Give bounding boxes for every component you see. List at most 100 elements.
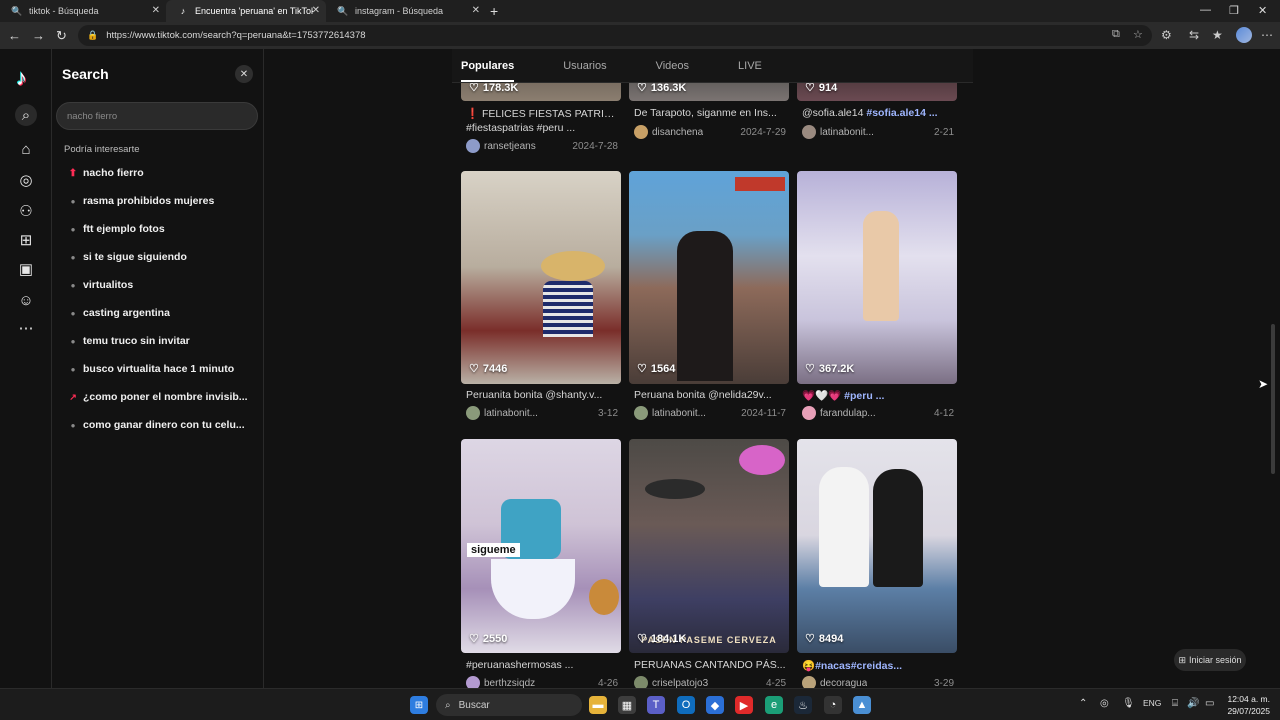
search-input[interactable] [56,102,258,130]
suggestion-item[interactable]: ● si te sigue siguiendo [66,247,256,267]
close-icon[interactable]: ✕ [152,5,160,16]
avatar[interactable] [802,125,816,139]
browser-tab-tiktok-search[interactable]: 🔍 tiktok - Búsqueda ✕ [0,0,166,22]
search-icon: 🔍 [11,5,23,16]
avatar[interactable] [466,406,480,420]
taskbar-clock[interactable]: 12:04 a. m. 29/07/2025 [1200,693,1270,717]
close-icon[interactable]: ✕ [235,65,253,83]
forward-icon[interactable]: → [32,28,45,43]
network-icon[interactable]: ⌸ [1172,698,1178,709]
video-thumbnail[interactable]: PASEN PASEME CERVEZA [629,439,789,653]
close-window-icon[interactable]: ✕ [1258,4,1267,17]
back-icon[interactable]: ← [8,28,21,43]
video-hashtags[interactable]: #peruanashermosas ... [466,659,618,671]
avatar[interactable] [634,125,648,139]
search-icon[interactable]: ⌕ [15,104,37,126]
restore-icon[interactable]: ❐ [1229,4,1239,17]
volume-icon[interactable]: 🔊 [1187,698,1199,709]
video-thumbnail[interactable] [797,439,957,653]
explore-compass-icon[interactable]: ◎ [15,169,37,191]
tiktok-logo-icon[interactable]: ♪ [16,65,27,91]
heart-icon: ♡ [805,633,815,645]
dot-icon: ● [70,308,76,318]
login-button[interactable]: ⊞ Iniciar sesión [1174,649,1246,671]
close-icon[interactable]: ✕ [472,5,480,16]
tab-live[interactable]: LIVE [738,60,762,72]
trending-line-icon: ↗ [69,391,77,402]
more-icon[interactable]: ⋯ [15,317,37,339]
suggestion-item[interactable]: ● como ganar dinero con tu celu... [66,415,256,435]
suggestion-item[interactable]: ● temu truco sin invitar [66,331,256,351]
following-icon[interactable]: ⚇ [15,200,37,222]
video-card[interactable]: PASEN PASEME CERVEZA ♡ 184.1K PERUANAS CA… [629,439,789,688]
app-icon[interactable]: ◔ [824,696,842,714]
video-thumbnail[interactable] [461,171,621,384]
youtube-icon[interactable]: ▶ [735,696,753,714]
upload-icon[interactable]: ⊞ [15,229,37,251]
suggestion-item[interactable]: ● busco virtualita hace 1 minuto [66,359,256,379]
address-bar[interactable]: 🔒 https://www.tiktok.com/search?q=peruan… [78,25,1152,46]
photos-icon[interactable]: ▲ [853,696,871,714]
video-hashtags[interactable]: #fiestaspatrias #peru ... [466,122,618,134]
suggestion-item[interactable]: ● ftt ejemplo fotos [66,219,256,239]
suggestion-item[interactable]: ↗ ¿como poner el nombre invisib... [66,387,256,407]
video-card[interactable]: ♡ 367.2K 💗🤍💗 #peru ... farandulap... 4-12 [797,171,957,426]
app-icon[interactable]: ◆ [706,696,724,714]
page-scrollbar[interactable] [1271,324,1275,474]
microphone-icon[interactable]: 🎙 [1122,698,1135,709]
browser-tab-instagram-search[interactable]: 🔍 instagram - Búsqueda ✕ [326,0,486,22]
avatar[interactable] [802,406,816,420]
profile-avatar[interactable] [1236,27,1252,43]
taskbar-search[interactable]: ⌕ Buscar [436,694,582,716]
video-thumbnail[interactable]: sigueme [461,439,621,653]
outlook-icon[interactable]: O [677,696,695,714]
store-icon[interactable]: ▦ [618,696,636,714]
like-count: ♡ 367.2K [805,362,855,376]
steam-icon[interactable]: ♨ [794,696,812,714]
video-card[interactable]: ♡ 8494 😝#nacas#creidas... decoragua 3-29 [797,439,957,688]
avatar[interactable] [466,139,480,153]
profile-icon[interactable]: ☺ [15,289,37,311]
chevron-up-icon[interactable]: ⌃ [1079,698,1087,709]
tab-title: Encuentra 'peruana' en TikTok | B [195,6,313,16]
extensions-icon[interactable]: ⚙ [1161,28,1172,42]
more-options-icon[interactable]: ⋯ [1261,28,1273,42]
skirt-shape [491,559,575,619]
dot-icon: ● [70,252,76,262]
open-in-app-icon[interactable]: ⧉ [1112,28,1120,41]
avatar[interactable] [802,676,816,688]
browser-tab-peruana[interactable]: ♪ Encuentra 'peruana' en TikTok | B ✕ [166,0,326,22]
split-screen-icon[interactable]: ⇆ [1189,28,1199,42]
live-icon[interactable]: ▣ [15,258,37,280]
tab-populares[interactable]: Populares [461,60,515,82]
suggestion-item[interactable]: ⬆ nacho fierro [66,163,256,183]
app-tray-icon[interactable]: ◎ [1100,698,1109,709]
windows-start-icon[interactable]: ⊞ [410,696,428,714]
suggestion-item[interactable]: ● virtualitos [66,275,256,295]
tab-usuarios[interactable]: Usuarios [563,60,606,72]
home-icon[interactable]: ⌂ [15,138,37,160]
site-info-icon[interactable]: 🔒 [87,30,98,41]
teams-icon[interactable]: T [647,696,665,714]
new-tab-button[interactable]: + [490,3,498,19]
video-card[interactable]: ♡ 7446 Peruanita bonita @shanty.v... lati… [461,171,621,426]
avatar[interactable] [466,676,480,688]
close-icon[interactable]: ✕ [312,5,320,16]
video-thumbnail[interactable] [797,171,957,384]
minimize-icon[interactable]: — [1200,4,1211,16]
language-indicator[interactable]: ENG [1143,698,1161,708]
suggestion-item[interactable]: ● casting argentina [66,303,256,323]
reload-icon[interactable]: ↻ [56,28,67,44]
video-card[interactable]: sigueme ♡ 2550 #peruanashermosas ... bert… [461,439,621,688]
edge-icon[interactable]: e [765,696,783,714]
favorite-star-icon[interactable]: ☆ [1133,28,1143,41]
avatar[interactable] [634,406,648,420]
video-card[interactable]: ♡ 1564 Peruana bonita @nelida29v... latin… [629,171,789,426]
video-thumbnail[interactable] [629,171,789,384]
tab-videos[interactable]: Videos [656,60,689,72]
file-explorer-icon[interactable]: ▬ [589,696,607,714]
suggestion-item[interactable]: ● rasma prohibidos mujeres [66,191,256,211]
favorites-icon[interactable]: ★ [1212,28,1223,42]
person-silhouette-shape [677,231,733,381]
avatar[interactable] [634,676,648,688]
